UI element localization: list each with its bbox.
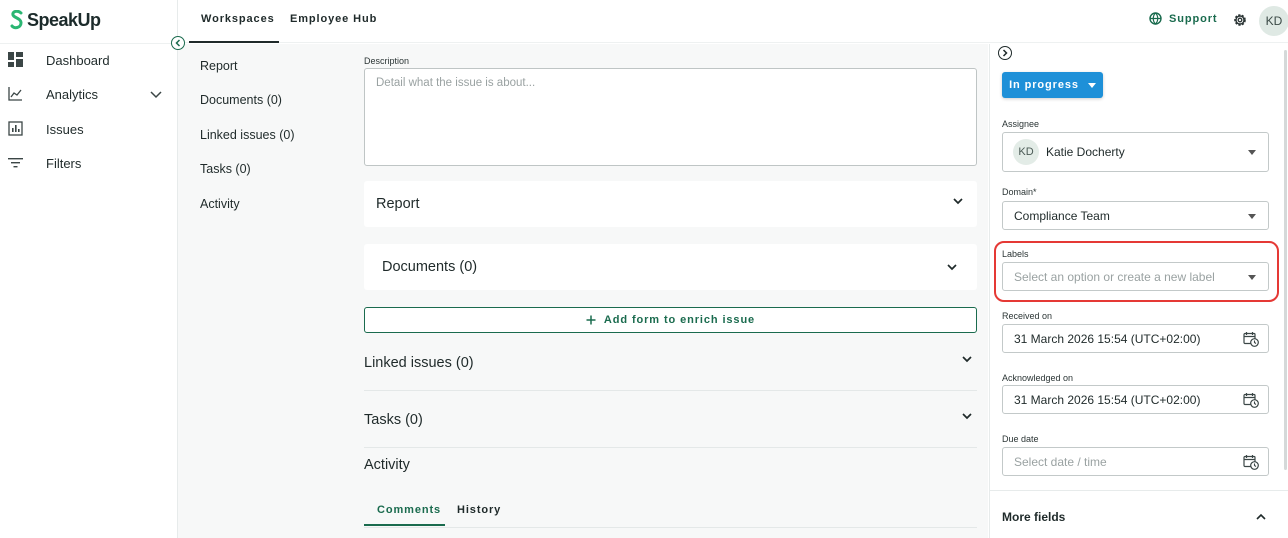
report-section[interactable]: Report [364, 181, 977, 227]
sidebar-item-filters[interactable]: Filters [0, 148, 178, 178]
brand-name: SpeakUp [27, 9, 101, 30]
chevron-left-icon [175, 39, 181, 47]
report-title: Report [376, 196, 420, 212]
speakup-logo[interactable]: SpeakUp [10, 9, 101, 31]
section-nav-tasks[interactable]: Tasks (0) [200, 162, 251, 176]
divider [364, 390, 977, 391]
divider [990, 490, 1288, 491]
due-date-placeholder: Select date / time [1014, 454, 1107, 469]
labels-placeholder: Select an option or create a new label [1014, 269, 1215, 284]
tab-history[interactable]: History [457, 504, 501, 516]
active-tab-indicator [364, 524, 445, 526]
chevron-down-icon [962, 356, 972, 363]
chevron-down-icon [962, 413, 972, 420]
dashboard-icon [8, 52, 23, 67]
activity-title: Activity [364, 457, 410, 473]
issue-section-nav: Report Documents (0) Linked issues (0) T… [178, 44, 353, 538]
divider [364, 447, 977, 448]
description-textarea[interactable]: Detail what the issue is about... [364, 68, 977, 166]
section-nav-activity[interactable]: Activity [200, 197, 240, 211]
sidebar-item-issues[interactable]: Issues [0, 114, 178, 144]
globe-icon [1149, 12, 1162, 25]
tasks-title: Tasks (0) [364, 412, 423, 428]
received-label: Received on [1002, 311, 1053, 321]
section-nav-report[interactable]: Report [200, 59, 238, 73]
top-navigation: Workspaces Employee Hub Support KD [178, 0, 1288, 43]
sidebar-item-label: Analytics [46, 86, 99, 102]
sidebar-item-dashboard[interactable]: Dashboard [0, 45, 178, 75]
active-tab-indicator [189, 41, 279, 43]
issue-details-panel: In progress Assignee KD Katie Docherty D… [989, 44, 1288, 538]
received-value: 31 March 2026 15:54 (UTC+02:00) [1014, 331, 1201, 346]
assignee-name: Katie Docherty [1046, 145, 1125, 159]
status-dropdown-button[interactable]: In progress [1002, 72, 1103, 98]
scrollbar[interactable] [1284, 50, 1287, 470]
caret-down-icon [1248, 274, 1256, 280]
more-fields-toggle[interactable]: More fields [1002, 510, 1065, 524]
chevron-down-icon[interactable] [150, 88, 162, 100]
chevron-down-icon [947, 264, 957, 271]
analytics-icon [8, 87, 22, 101]
tasks-section[interactable]: Tasks (0) [364, 398, 977, 448]
sidebar-item-label: Issues [46, 121, 84, 137]
calendar-clock-icon[interactable] [1243, 331, 1259, 347]
assignee-avatar: KD [1013, 139, 1039, 165]
user-avatar[interactable]: KD [1259, 6, 1288, 36]
documents-title: Documents (0) [382, 259, 478, 275]
description-placeholder: Detail what the issue is about... [376, 77, 536, 89]
support-link[interactable]: Support [1149, 12, 1217, 25]
collapse-sidebar-button[interactable] [171, 36, 185, 50]
assignee-select[interactable]: KD Katie Docherty [1002, 132, 1269, 172]
chevron-down-icon [953, 198, 963, 205]
caret-down-icon [1248, 150, 1256, 155]
divider [364, 527, 977, 528]
add-form-button[interactable]: Add form to enrich issue [364, 307, 977, 333]
linked-issues-section[interactable]: Linked issues (0) [364, 341, 977, 391]
plus-icon [586, 315, 596, 325]
sidebar-item-analytics[interactable]: Analytics [0, 79, 178, 109]
speakup-logo-icon [10, 10, 23, 30]
filters-icon [8, 158, 23, 168]
acknowledged-date-input[interactable]: 31 March 2026 15:54 (UTC+02:00) [1002, 385, 1269, 414]
due-date-input[interactable]: Select date / time [1002, 447, 1269, 476]
add-form-label: Add form to enrich issue [603, 314, 756, 326]
assignee-label: Assignee [1002, 119, 1040, 129]
description-label: Description [364, 56, 410, 66]
section-nav-linked-issues[interactable]: Linked issues (0) [200, 128, 295, 142]
support-label: Support [1169, 12, 1218, 25]
acknowledged-value: 31 March 2026 15:54 (UTC+02:00) [1014, 392, 1201, 407]
chevron-right-icon [1002, 49, 1008, 57]
sidebar-item-label: Filters [46, 155, 82, 171]
tab-comments[interactable]: Comments [377, 504, 441, 516]
tab-employee-hub[interactable]: Employee Hub [290, 13, 377, 25]
acknowledged-label: Acknowledged on [1002, 373, 1074, 383]
domain-select[interactable]: Compliance Team [1002, 201, 1269, 230]
sidebar-divider [0, 43, 178, 44]
sidebar-item-label: Dashboard [46, 52, 110, 68]
issue-main-content: Description Detail what the issue is abo… [353, 44, 988, 538]
calendar-clock-icon[interactable] [1243, 454, 1259, 470]
received-date-input[interactable]: 31 March 2026 15:54 (UTC+02:00) [1002, 324, 1269, 353]
labels-select[interactable]: Select an option or create a new label [1002, 262, 1269, 291]
documents-section[interactable]: Documents (0) [364, 244, 977, 290]
issues-icon [8, 121, 23, 136]
sidebar: SpeakUp Dashboard Analytics Issues Filte… [0, 0, 178, 538]
due-date-label: Due date [1002, 434, 1039, 444]
caret-down-icon [1087, 82, 1096, 88]
calendar-clock-icon[interactable] [1243, 392, 1259, 408]
caret-down-icon [1248, 213, 1256, 219]
domain-label: Domain* [1002, 187, 1037, 197]
status-label: In progress [1009, 79, 1079, 91]
tab-workspaces[interactable]: Workspaces [201, 13, 275, 25]
linked-issues-title: Linked issues (0) [364, 355, 474, 371]
expand-panel-button[interactable] [998, 46, 1012, 60]
settings-gear-icon[interactable] [1232, 12, 1248, 28]
labels-label: Labels [1002, 249, 1029, 259]
section-nav-documents[interactable]: Documents (0) [200, 93, 282, 107]
domain-value: Compliance Team [1014, 208, 1110, 223]
chevron-up-icon[interactable] [1255, 511, 1267, 523]
